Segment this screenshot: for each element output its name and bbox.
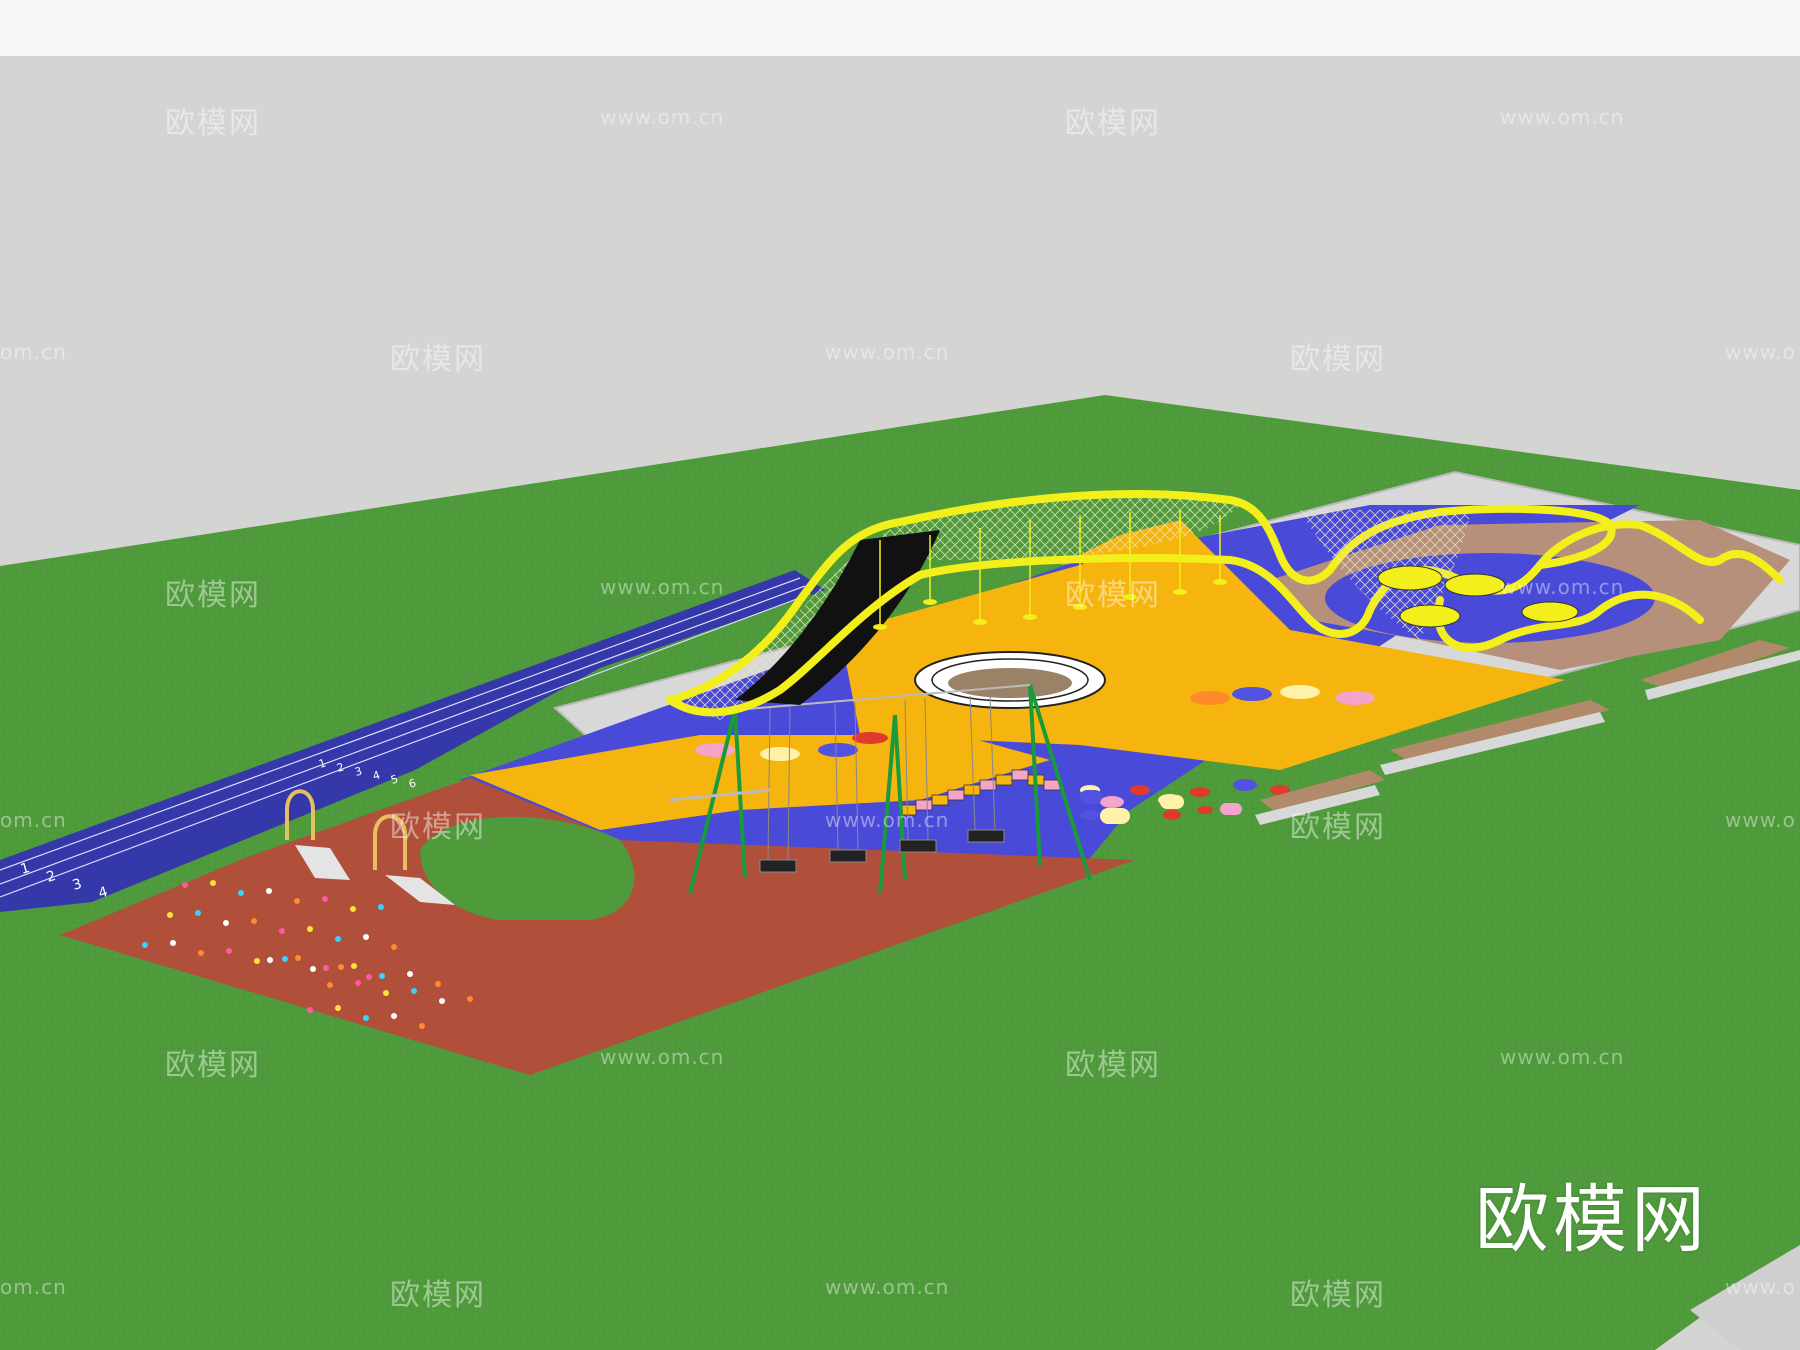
climbing-hold <box>322 896 328 902</box>
climbing-hold <box>363 934 369 940</box>
climbing-hold <box>379 973 385 979</box>
climbing-hold <box>198 950 204 956</box>
climbing-hold <box>366 974 372 980</box>
sand-pit <box>948 668 1072 698</box>
top-bar <box>0 0 1800 56</box>
playground-render: 1 2 3 4 1 2 3 4 5 6 <box>0 0 1800 1350</box>
climbing-hold <box>182 882 188 888</box>
climbing-hold <box>167 912 173 918</box>
climbing-hold <box>407 971 413 977</box>
climbing-hold <box>266 888 272 894</box>
climbing-hold <box>338 964 344 970</box>
climbing-hold <box>295 955 301 961</box>
climbing-hold <box>391 944 397 950</box>
climbing-hold <box>351 963 357 969</box>
climbing-hold <box>267 957 273 963</box>
climbing-hold <box>335 1005 341 1011</box>
climbing-hold <box>282 956 288 962</box>
climbing-hold <box>307 1007 313 1013</box>
climbing-hold <box>391 1013 397 1019</box>
climbing-hold <box>467 996 473 1002</box>
climbing-hold <box>294 898 300 904</box>
climbing-hold <box>142 942 148 948</box>
climbing-hold <box>363 1015 369 1021</box>
climbing-hold <box>170 940 176 946</box>
climbing-hold <box>254 958 260 964</box>
climbing-hold <box>383 990 389 996</box>
climbing-hold <box>251 918 257 924</box>
climbing-hold <box>279 928 285 934</box>
climbing-hold <box>350 906 356 912</box>
climbing-hold <box>226 948 232 954</box>
climbing-hold <box>439 998 445 1004</box>
climbing-hold <box>307 926 313 932</box>
brand-logo-text: 欧模网 <box>1475 1177 1709 1263</box>
climbing-hold <box>210 880 216 886</box>
climbing-hold <box>223 920 229 926</box>
climbing-hold <box>435 981 441 987</box>
climbing-hold <box>378 904 384 910</box>
climbing-hold <box>411 988 417 994</box>
climbing-hold <box>310 966 316 972</box>
climbing-hold <box>195 910 201 916</box>
climbing-hold <box>327 982 333 988</box>
climbing-hold <box>323 965 329 971</box>
climbing-hold <box>335 936 341 942</box>
climbing-hold <box>419 1023 425 1029</box>
climbing-hold <box>355 980 361 986</box>
render-viewport: 1 2 3 4 1 2 3 4 5 6 欧模网 www.om.cn 欧模网 ww… <box>0 0 1800 1350</box>
climbing-hold <box>238 890 244 896</box>
